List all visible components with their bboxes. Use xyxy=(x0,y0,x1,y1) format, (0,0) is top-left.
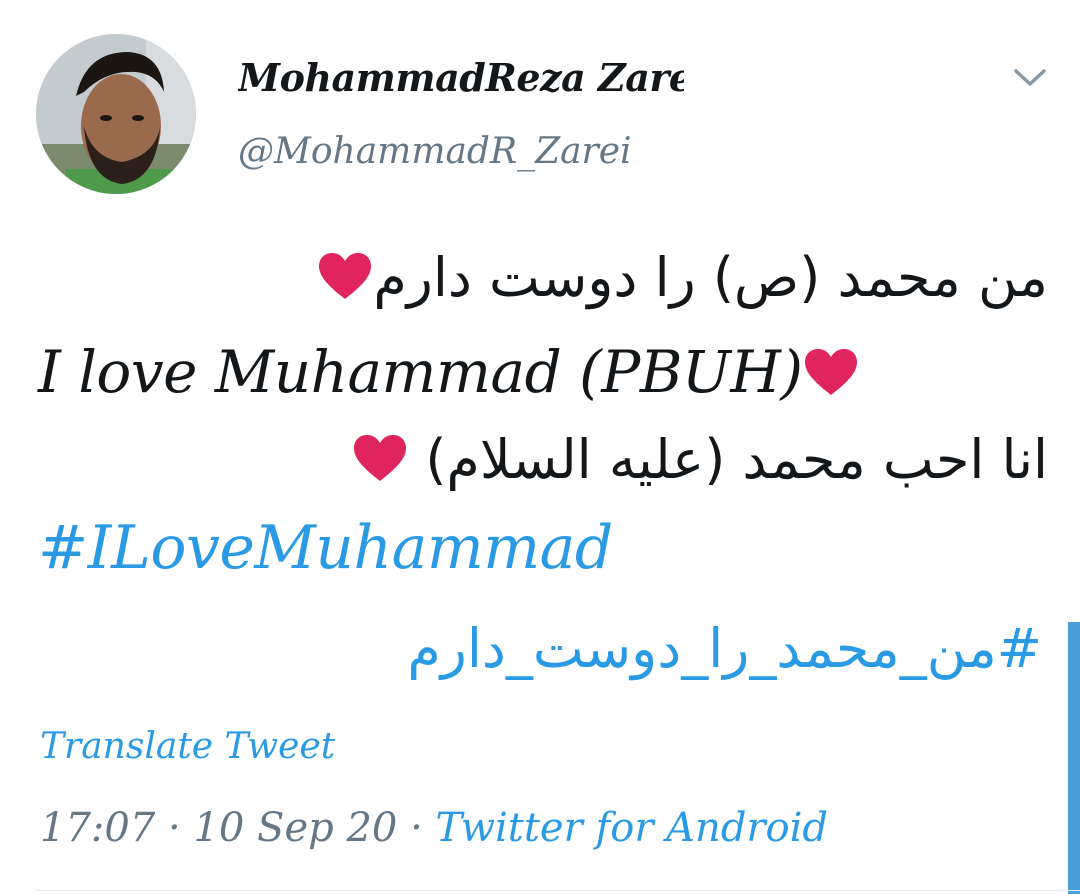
author-handle[interactable]: @MohammadR_Zarei xyxy=(238,130,652,174)
tweet-date[interactable]: 10 Sep 20 xyxy=(193,805,397,851)
avatar[interactable] xyxy=(36,34,196,194)
divider xyxy=(36,890,1080,891)
hashtag-persian[interactable]: #من_محمد_را_دوست_دارم xyxy=(407,612,1042,686)
author-display-name[interactable]: MohammadReza Zarei xyxy=(238,55,684,101)
translate-tweet-link[interactable]: Translate Tweet xyxy=(40,724,335,770)
tweet-source-link[interactable]: Twitter for Android xyxy=(436,805,829,851)
heart-icon xyxy=(352,434,408,484)
profile-photo xyxy=(36,34,196,194)
tweet-line-english-text: I love Muhammad (PBUH) xyxy=(38,338,803,406)
tweet-line-arabic: انا احب محمد (عليه السلام) xyxy=(38,424,1048,496)
chevron-down-icon[interactable] xyxy=(1008,62,1052,92)
hashtag-ilovemuhammad[interactable]: #ILoveMuhammad xyxy=(38,510,613,586)
heart-icon xyxy=(803,348,859,398)
scrollbar[interactable] xyxy=(1068,622,1080,894)
meta-separator: · xyxy=(410,805,423,851)
meta-separator: · xyxy=(168,805,181,851)
tweet-line-persian-text: من محمد (ص) را دوست دارم xyxy=(373,246,1048,309)
tweet-line-arabic-text: انا احب محمد (عليه السلام) xyxy=(425,428,1048,491)
heart-icon xyxy=(317,252,373,302)
tweet-time[interactable]: 17:07 xyxy=(40,805,155,851)
tweet-meta: 17:07 · 10 Sep 20 · Twitter for Android xyxy=(40,802,828,854)
tweet-line-persian: من محمد (ص) را دوست دارم xyxy=(38,242,1048,314)
tweet-line-english: I love Muhammad (PBUH) xyxy=(38,336,1048,408)
